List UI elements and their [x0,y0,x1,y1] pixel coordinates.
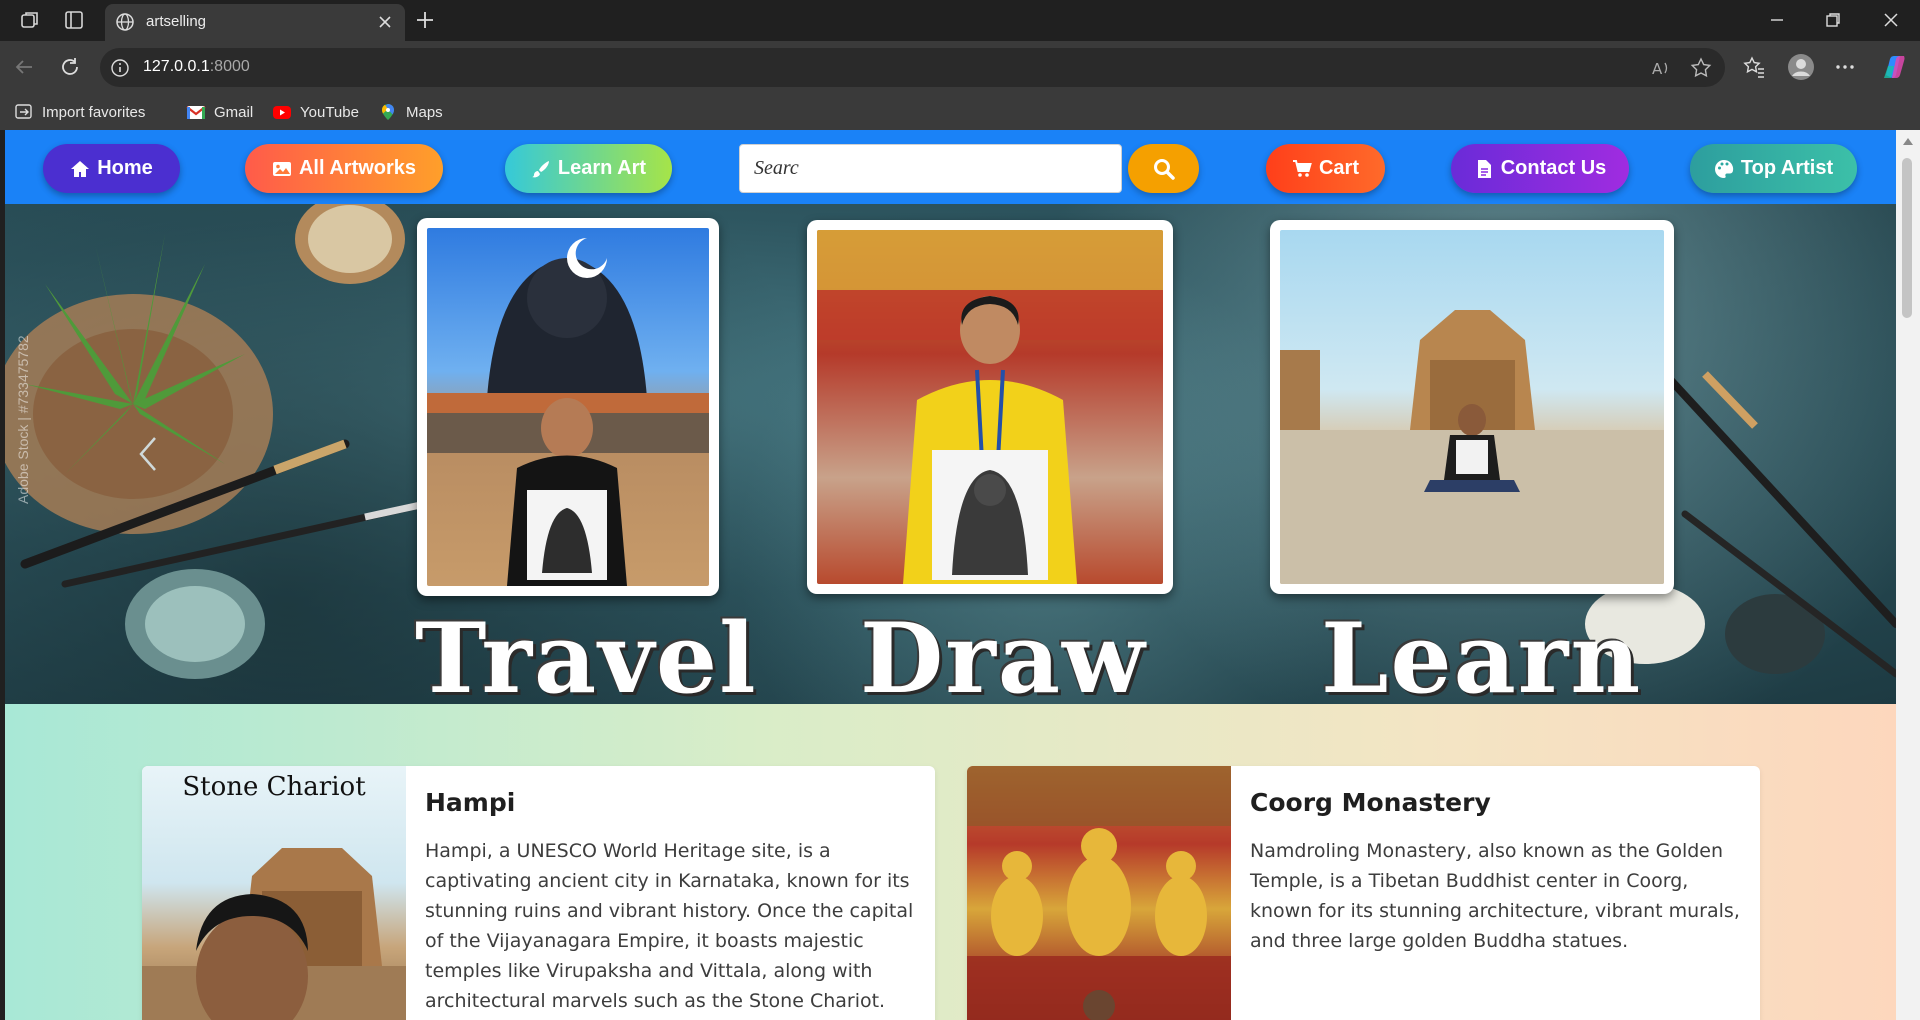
palette-icon [1714,159,1734,178]
tab-title: artselling [146,13,207,30]
home-button[interactable]: Home [43,144,180,193]
site-navbar: Home All Artworks Learn Art Cart Contact… [5,130,1896,204]
card-title: Hampi [425,788,516,817]
restore-icon[interactable] [1822,9,1844,31]
hero-word-travel: Travel [415,602,758,704]
hero-photo-draw [807,220,1173,594]
contact-us-button[interactable]: Contact Us [1451,144,1629,193]
file-icon [1477,159,1491,178]
close-window-icon[interactable] [1880,9,1902,31]
top-artist-label: Top Artist [1740,157,1834,179]
card-image-coorg [967,766,1231,1020]
hero-photo-travel [417,218,719,596]
browser-tab[interactable]: artselling [105,4,405,41]
bookmark-label: Maps [406,103,443,121]
scroll-thumb[interactable] [1902,158,1912,318]
cart-label: Cart [1318,157,1359,179]
destination-card-hampi[interactable]: Stone Chariot Hampi Hampi, a UNESCO Worl… [142,766,935,1020]
url-text: 127.0.0.1:8000 [143,58,250,76]
browser-titlebar: artselling [0,0,1920,41]
cart-icon [1292,159,1312,177]
contact-us-label: Contact Us [1500,157,1607,179]
bookmarks-bar: Import favorites Gmail YouTube Maps [0,93,1920,130]
hero-carousel: Travel Draw Learn Adobe Stock | #7334757… [5,204,1896,704]
page-viewport: Home All Artworks Learn Art Cart Contact… [5,130,1896,1020]
hero-photo-learn [1270,220,1674,594]
card-image-caption: Stone Chariot [182,772,366,802]
home-icon [71,160,90,177]
address-bar[interactable]: 127.0.0.1:8000 A [100,48,1725,87]
home-label: Home [97,157,153,179]
copilot-icon[interactable] [1880,53,1908,81]
search-input[interactable] [739,144,1122,193]
import-icon [15,104,32,119]
card-image-hampi: Stone Chariot [142,766,406,1020]
profile-avatar-icon[interactable] [1787,53,1815,81]
back-icon[interactable] [12,55,36,79]
gmail-icon [186,106,206,119]
scroll-up-icon[interactable] [1903,138,1913,145]
hampi-photo-graphic [1280,310,1664,584]
cart-button[interactable]: Cart [1266,144,1385,193]
statue-photo-graphic [427,238,709,586]
card-title: Coorg Monastery [1250,788,1491,817]
golden-buddha-graphic [967,766,1231,1020]
stock-watermark: Adobe Stock | #733475782 [15,335,31,504]
all-artworks-label: All Artworks [298,157,417,179]
bookmark-import-favorites[interactable]: Import favorites [14,102,145,122]
maps-icon [382,104,394,120]
page-scrollbar[interactable] [1896,130,1920,1020]
paintbrush-icon [531,160,549,177]
workspaces-icon[interactable] [19,9,41,31]
bookmark-maps[interactable]: Maps [378,102,443,122]
monastery-photo-graphic [817,230,1163,584]
stone-chariot-graphic [142,848,406,1020]
url-port: :8000 [209,58,250,75]
bookmark-label: Gmail [214,103,254,121]
refresh-icon[interactable] [58,55,82,79]
bookmark-label: Import favorites [42,103,146,121]
carousel-prev-icon[interactable] [135,434,161,474]
search-icon [1153,158,1175,180]
bookmark-youtube[interactable]: YouTube [272,102,359,122]
image-icon [272,161,291,176]
globe-icon [116,13,134,31]
favorite-star-icon[interactable] [1690,57,1712,79]
bookmark-gmail[interactable]: Gmail [186,102,253,122]
svg-text:A: A [1652,60,1663,78]
url-host: 127.0.0.1 [143,58,210,75]
learn-art-label: Learn Art [557,157,647,179]
all-artworks-button[interactable]: All Artworks [245,144,443,193]
browser-toolbar: 127.0.0.1:8000 A [0,41,1920,93]
search-button[interactable] [1128,144,1199,193]
bookmark-label: YouTube [300,103,359,121]
minimize-icon[interactable] [1766,9,1788,31]
hero-word-learn: Learn [1321,602,1643,704]
favorites-icon[interactable] [1742,55,1766,79]
close-tab-icon[interactable] [375,12,395,32]
hero-word-draw: Draw [860,602,1147,704]
tab-actions-icon[interactable] [63,9,85,31]
new-tab-icon[interactable] [414,9,436,31]
learn-art-button[interactable]: Learn Art [505,144,672,193]
card-description: Hampi, a UNESCO World Heritage site, is … [425,840,914,1012]
card-description: Namdroling Monastery, also known as the … [1250,840,1740,952]
more-menu-icon[interactable] [1833,55,1857,79]
read-aloud-icon[interactable]: A [1650,57,1672,79]
destinations-section: Stone Chariot Hampi Hampi, a UNESCO Worl… [5,704,1896,1020]
site-info-icon[interactable] [110,58,130,78]
top-artist-button[interactable]: Top Artist [1690,144,1857,193]
youtube-icon [273,106,291,119]
destination-card-coorg[interactable]: Coorg Monastery Namdroling Monastery, al… [967,766,1760,1020]
